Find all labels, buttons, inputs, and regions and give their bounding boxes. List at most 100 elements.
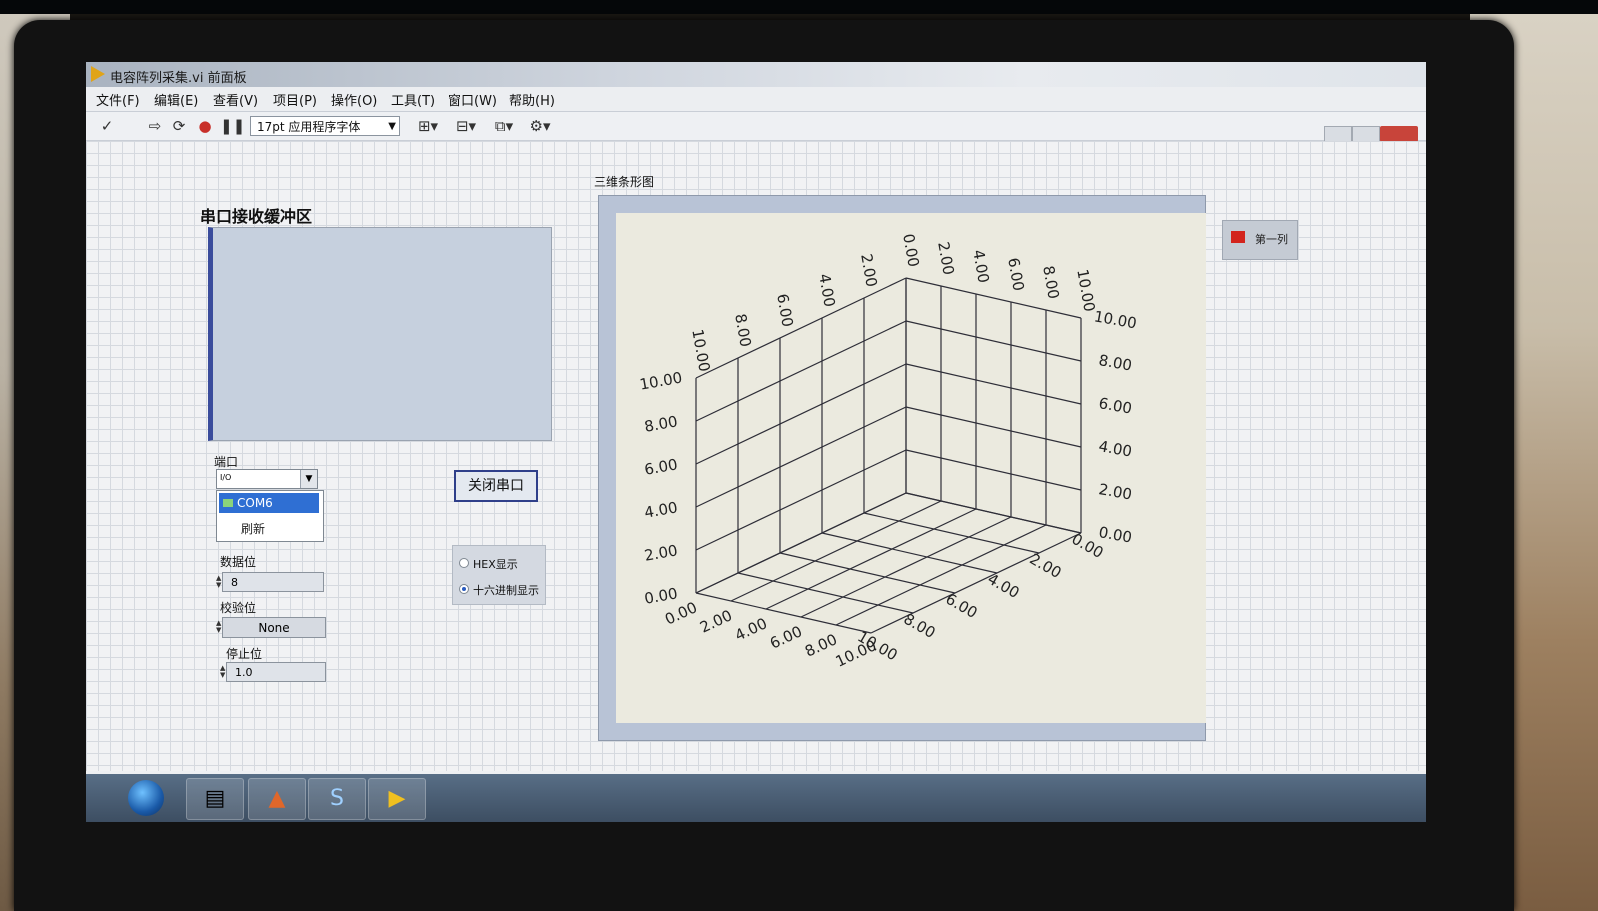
right-wall-gridline: [905, 320, 1082, 362]
menu-edit[interactable]: 编辑(E): [154, 90, 198, 109]
x-tick-label: 2.00: [1027, 550, 1065, 582]
dropdown-option-com6[interactable]: COM6: [219, 493, 319, 513]
z-tick-label-right: 8.00: [1097, 351, 1133, 375]
stepper-icon[interactable]: ▲ ▼: [216, 620, 221, 634]
parity-label: 校验位: [220, 601, 257, 615]
window-titlebar[interactable]: 电容阵列采集.vi 前面板: [86, 62, 1426, 87]
option-label: COM6: [237, 496, 273, 510]
menu-operate[interactable]: 操作(O): [331, 90, 377, 109]
close-window-button[interactable]: [1380, 126, 1418, 142]
front-panel: 串口接收缓冲区 端口 I/O ▼ COM6 刷新 数据位 ▲ ▼ 8 校验位 ▲ ▼…: [86, 141, 1426, 771]
menu-help[interactable]: 帮助(H): [509, 90, 555, 109]
stopbits-value: 1.0: [235, 666, 253, 679]
floor-gridline: [863, 512, 1040, 554]
taskbar-sogou[interactable]: S: [308, 778, 366, 820]
menu-file[interactable]: 文件(F): [96, 90, 140, 109]
check-icon[interactable]: ✓: [98, 117, 116, 135]
z-tick-label-right: 6.00: [1097, 394, 1133, 418]
top-x-tick-label: 0.00: [899, 232, 923, 268]
right-wall-gridline: [905, 449, 1082, 491]
z-tick-label-right: 2.00: [1097, 480, 1133, 504]
abort-icon[interactable]: ●: [196, 117, 214, 135]
top-y-tick-label: 10.00: [1073, 268, 1098, 313]
legend-label: 第一列: [1255, 233, 1288, 246]
resize-icon[interactable]: ⧉▾: [490, 117, 518, 135]
stopbits-label: 停止位: [226, 647, 263, 661]
databits-label: 数据位: [220, 555, 257, 569]
display-mode-group: HEX显示 十六进制显示: [452, 545, 546, 605]
floor-gridline: [835, 524, 1047, 626]
pause-icon[interactable]: ❚❚: [220, 117, 245, 135]
floor-gridline: [779, 552, 956, 594]
z-tick-label-right: 10.00: [1093, 307, 1138, 332]
top-x-tick-label: 2.00: [857, 252, 881, 288]
camera-black-bar: [0, 0, 1598, 14]
y-tick-label: 2.00: [697, 606, 735, 636]
z-tick-label-right: 0.00: [1097, 523, 1133, 547]
taskbar-labview[interactable]: ▶: [368, 778, 426, 820]
taskbar-matlab[interactable]: ▲: [248, 778, 306, 820]
stepper-icon[interactable]: ▲ ▼: [216, 575, 221, 589]
parity-select[interactable]: ▲ ▼ None: [216, 617, 326, 638]
screen: 电容阵列采集.vi 前面板 文件(F) 编辑(E) 查看(V) 项目(P) 操作…: [86, 62, 1426, 822]
z-tick-label-left: 4.00: [643, 498, 679, 522]
run-arrow-icon[interactable]: ⇨: [146, 117, 164, 135]
close-port-button[interactable]: 关闭串口: [454, 470, 538, 502]
stopbits-field[interactable]: ▲ ▼ 1.0: [220, 662, 326, 682]
font-select-value: 17pt 应用程序字体: [257, 120, 361, 134]
receive-buffer-textbox[interactable]: [208, 227, 552, 441]
z-tick-label-left: 0.00: [643, 584, 679, 608]
port-select[interactable]: I/O ▼: [216, 469, 318, 489]
z-tick-label-left: 2.00: [643, 541, 679, 565]
menubar: 文件(F) 编辑(E) 查看(V) 项目(P) 操作(O) 工具(T) 窗口(W…: [86, 87, 1426, 112]
align-icon[interactable]: ⊞▾: [414, 117, 442, 135]
top-x-tick-label: 8.00: [731, 312, 755, 348]
x-tick-label: 4.00: [985, 570, 1023, 602]
top-x-tick-label: 4.00: [815, 272, 839, 308]
floor-gridline: [821, 532, 998, 574]
top-y-tick-label: 6.00: [1004, 256, 1028, 292]
labview-icon: ▶: [388, 786, 406, 811]
radio-hexadecimal[interactable]: [459, 584, 469, 594]
databits-value: 8: [231, 576, 238, 589]
graph-label: 三维条形图: [594, 175, 655, 189]
right-wall-gridline: [905, 492, 1082, 534]
dropdown-option-refresh[interactable]: 刷新: [241, 520, 265, 537]
radio-hexadecimal-label: 十六进制显示: [473, 584, 539, 597]
right-wall-gridline: [905, 406, 1082, 448]
run-continuous-icon[interactable]: ⟳: [170, 117, 188, 135]
distribute-icon[interactable]: ⊟▾: [452, 117, 480, 135]
labview-app-icon: [91, 66, 105, 82]
window-title: 电容阵列采集.vi 前面板: [110, 71, 247, 86]
radio-hex[interactable]: [459, 558, 469, 568]
z-tick-label-left: 8.00: [643, 412, 679, 436]
io-value: I/O: [220, 473, 232, 482]
z-tick-label-left: 10.00: [638, 368, 683, 393]
plot-legend[interactable]: 第一列: [1222, 220, 1298, 260]
serial-port-icon: [223, 499, 233, 507]
port-label: 端口: [214, 455, 239, 469]
y-tick-label: 4.00: [732, 614, 770, 644]
y-tick-label: 6.00: [767, 622, 805, 652]
floor-gridline: [765, 508, 977, 610]
toolbar: ✓ ⇨ ⟳ ● ❚❚ 17pt 应用程序字体 ▼ ⊞▾ ⊟▾ ⧉▾ ⚙▾ ⌕ ?: [86, 112, 1426, 186]
stepper-icon[interactable]: ▲ ▼: [220, 665, 225, 679]
menu-project[interactable]: 项目(P): [273, 90, 317, 109]
taskbar-explorer[interactable]: ▤: [186, 778, 244, 820]
parity-value: None: [258, 621, 290, 635]
top-x-tick-label: 10.00: [688, 328, 713, 373]
menu-tools[interactable]: 工具(T): [391, 90, 435, 109]
matlab-icon: ▲: [268, 786, 286, 811]
x-tick-label: 6.00: [943, 590, 981, 622]
legend-swatch: [1231, 231, 1245, 243]
font-select[interactable]: 17pt 应用程序字体 ▼: [250, 116, 400, 136]
top-x-tick-label: 6.00: [773, 292, 797, 328]
menu-view[interactable]: 查看(V): [213, 90, 258, 109]
databits-field[interactable]: ▲ ▼ 8: [216, 572, 324, 592]
reorder-icon[interactable]: ⚙▾: [526, 117, 554, 135]
chevron-down-icon[interactable]: ▼: [300, 470, 317, 488]
start-button[interactable]: [128, 780, 164, 816]
menu-window[interactable]: 窗口(W): [448, 90, 497, 109]
left-wall-gridline: [695, 277, 907, 379]
3d-bar-graph[interactable]: 0.00 2.00 4.00 6.00 8.00 10.00 0.00 2.00 4.00 6.0…: [616, 213, 1206, 723]
